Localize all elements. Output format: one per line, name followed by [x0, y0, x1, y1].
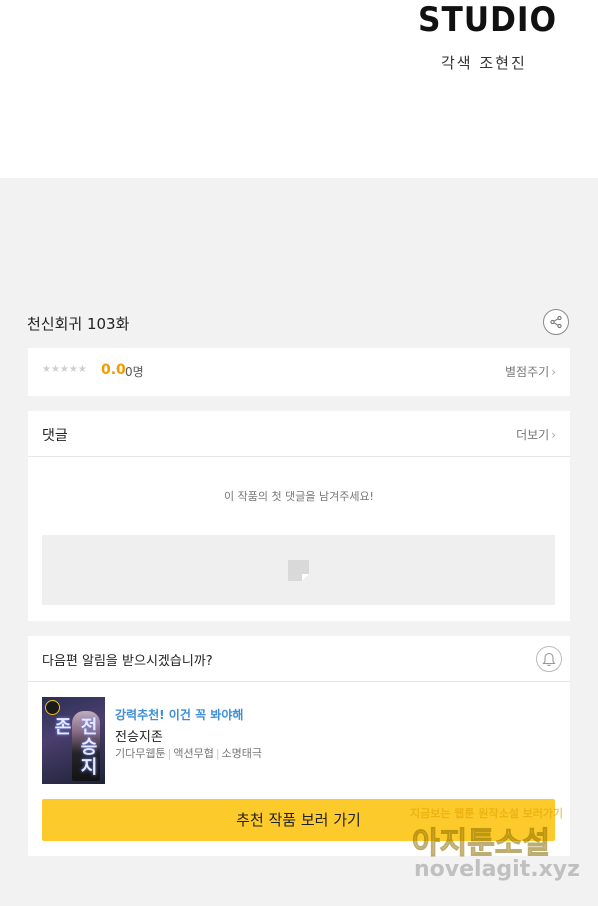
studio-logo: STUDIO — [418, 0, 557, 40]
genre-tag: 소명태극 — [221, 747, 263, 760]
comment-input-box[interactable] — [42, 535, 555, 605]
bell-icon — [542, 652, 556, 666]
rate-button[interactable]: 별점주기 › — [505, 363, 556, 380]
comments-card: 댓글 더보기 › 이 작품의 첫 댓글을 남겨주세요! — [28, 411, 570, 621]
genre-tag: 액션무협 — [173, 747, 214, 760]
rating-score: 0.0 — [101, 362, 126, 378]
empty-comments-message: 이 작품의 첫 댓글을 남겨주세요! — [224, 490, 374, 503]
genre-separator: | — [167, 747, 172, 760]
comments-more-label: 더보기 — [516, 428, 550, 442]
chevron-right-icon: › — [551, 365, 556, 379]
rating-card: ★★★★★ 0.0 0명 별점주기 › — [28, 348, 570, 396]
episode-title: 천신회귀 103화 — [27, 315, 130, 333]
wait-free-clock-icon — [45, 700, 60, 715]
notification-toggle[interactable] — [536, 646, 562, 672]
recommended-work-title[interactable]: 전승지존 — [115, 726, 163, 745]
next-episode-question: 다음편 알림을 받으시겠습니까? — [42, 654, 213, 669]
episode-image-area: STUDIO 각색 조현진 — [0, 0, 598, 178]
watermark-url: novelagit.xyz — [414, 857, 580, 882]
recommended-work-genres: 기다무웹툰 | 액션무협 | 소명태극 — [115, 745, 262, 761]
star-rating: ★★★★★ — [42, 364, 87, 375]
comments-title: 댓글 — [42, 428, 68, 444]
share-button[interactable] — [543, 309, 569, 335]
adaptation-credit: 각색 조현진 — [441, 54, 527, 72]
recommended-work-thumbnail[interactable]: 전승지존 — [42, 697, 105, 784]
watermark-brand: 아지툰소설 — [412, 826, 551, 862]
image-placeholder-icon — [288, 560, 309, 581]
genre-separator: | — [215, 747, 220, 760]
thumbnail-title-art: 전승지존 — [51, 717, 98, 777]
comments-header: 댓글 더보기 › — [28, 411, 570, 457]
rating-count: 0명 — [125, 365, 144, 379]
rate-button-label: 별점주기 — [505, 365, 550, 379]
comments-more-button[interactable]: 더보기 › — [516, 426, 556, 443]
genre-tag: 기다무웹툰 — [115, 747, 166, 760]
site-watermark: 지금보는 웹툰 원작소설 보러가기 아지툰소설 novelagit.xyz — [410, 805, 585, 887]
promo-tag: 강력추천! 이건 꼭 봐야해 — [115, 708, 244, 722]
share-icon — [550, 315, 562, 329]
next-episode-header: 다음편 알림을 받으시겠습니까? — [28, 636, 570, 682]
chevron-right-icon: › — [551, 428, 556, 442]
